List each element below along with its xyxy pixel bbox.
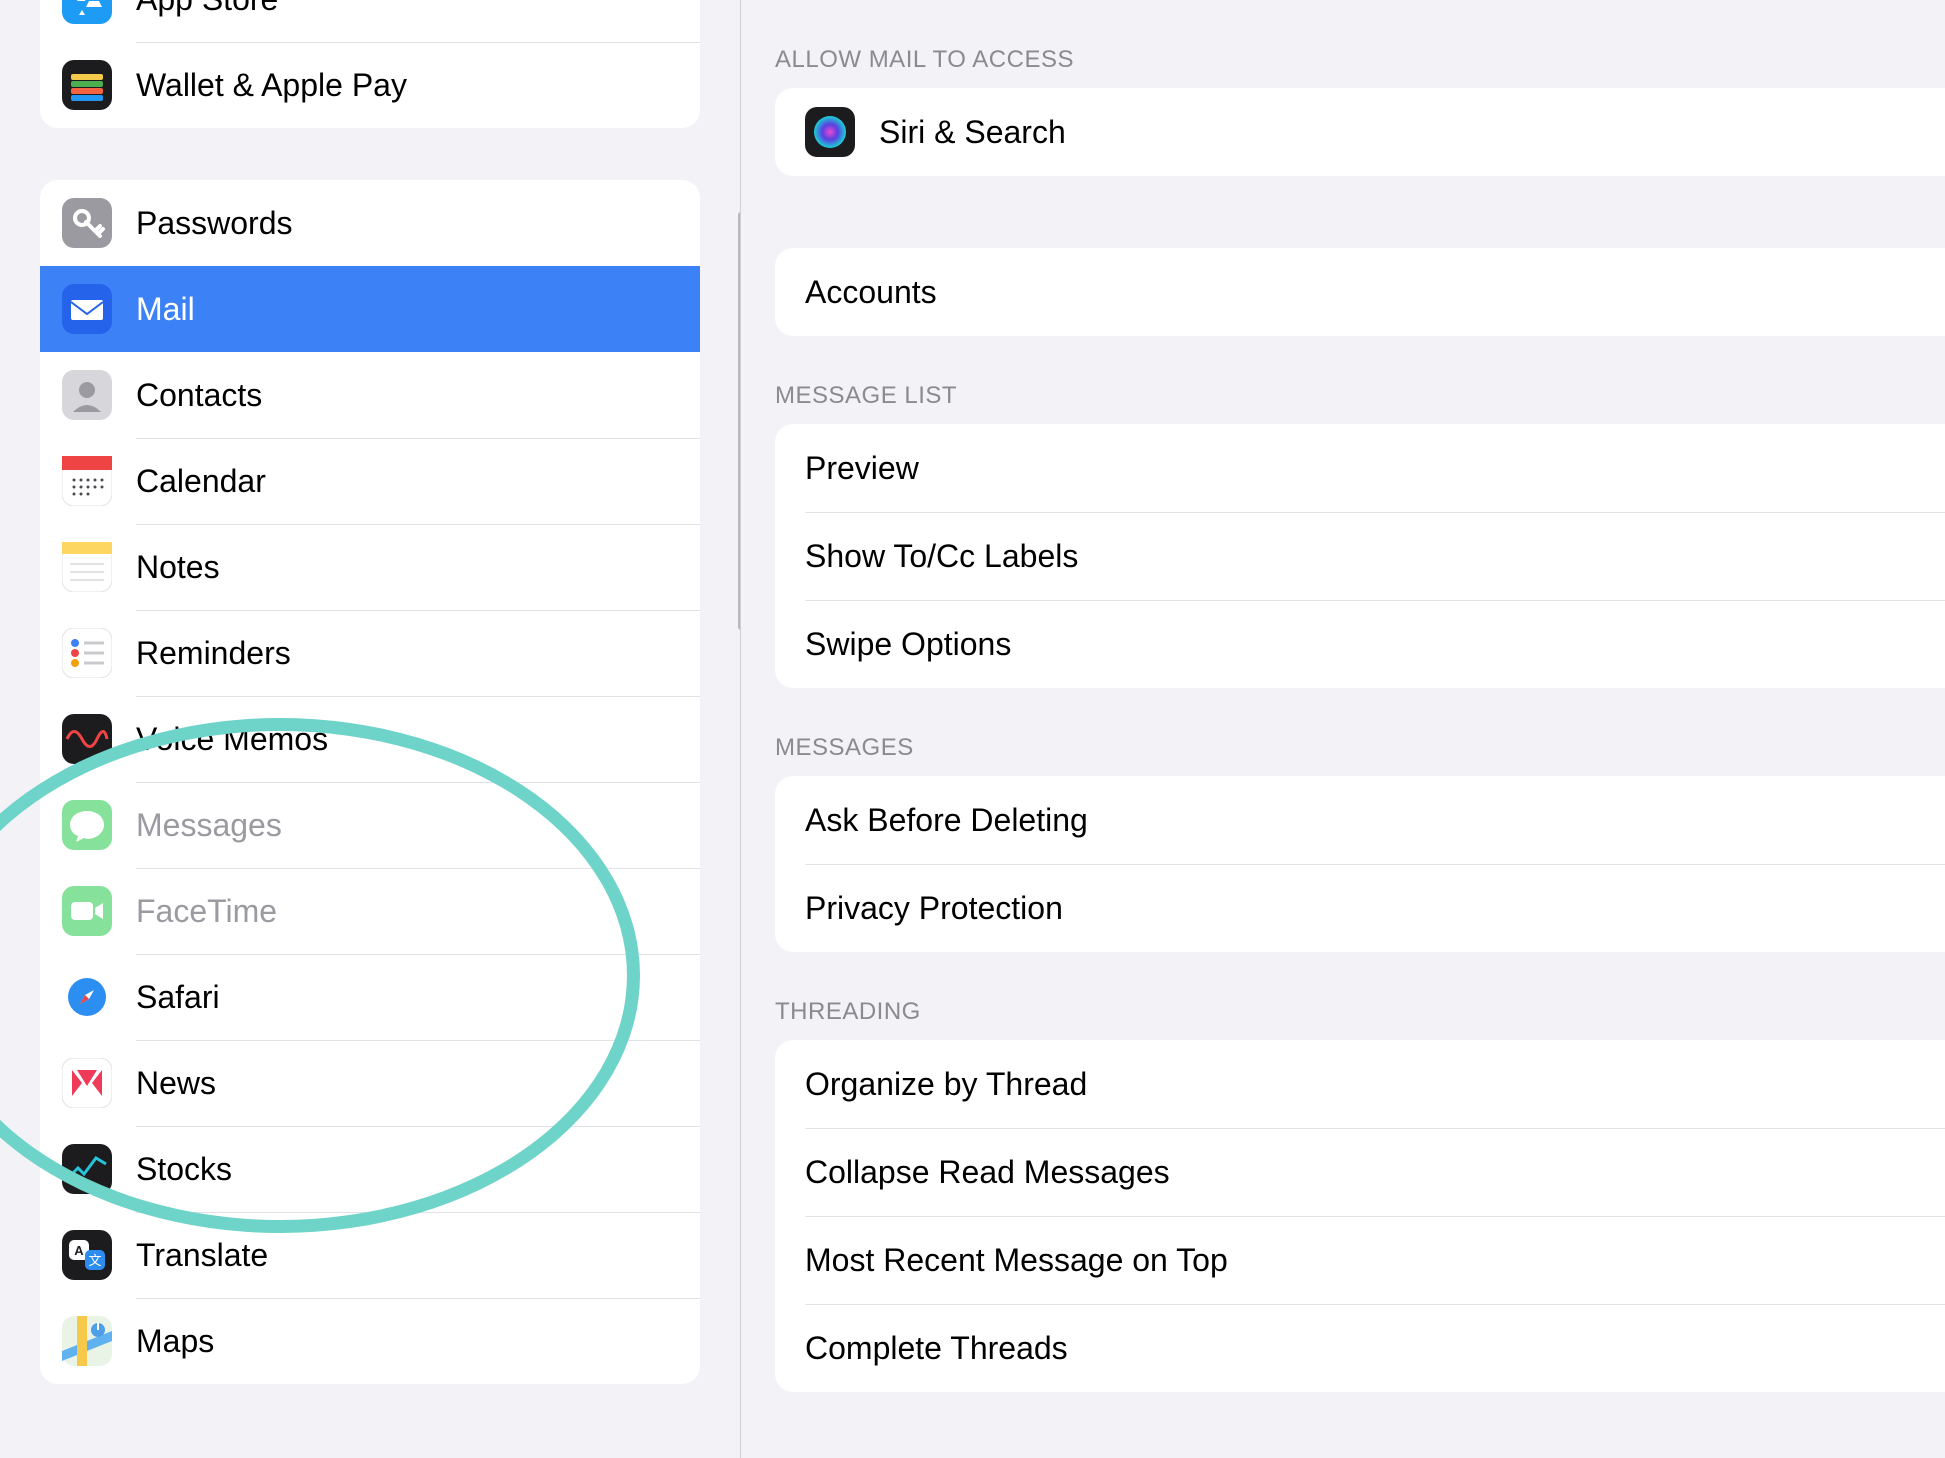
voice-memos-icon bbox=[62, 714, 112, 764]
sidebar-item-label: News bbox=[136, 1065, 216, 1102]
detail-group-threading: Organize by Thread Collapse Read Message… bbox=[775, 1040, 1945, 1392]
sidebar-item-news[interactable]: News bbox=[40, 1040, 700, 1126]
sidebar-item-label: Reminders bbox=[136, 635, 291, 672]
sidebar-item-label: Calendar bbox=[136, 463, 266, 500]
detail-row-label: Accounts bbox=[805, 274, 937, 311]
sidebar-item-label: Wallet & Apple Pay bbox=[136, 67, 407, 104]
sidebar-item-mail[interactable]: Mail bbox=[40, 266, 700, 352]
svg-text:A: A bbox=[74, 1243, 84, 1258]
detail-row-privacy-protection[interactable]: Privacy Protection bbox=[775, 864, 1945, 952]
settings-sidebar: App Store Wallet & Apple Pay Passwords bbox=[0, 0, 740, 1458]
detail-row-label: Most Recent Message on Top bbox=[805, 1242, 1228, 1279]
sidebar-item-label: Voice Memos bbox=[136, 721, 328, 758]
translate-icon: A文 bbox=[62, 1230, 112, 1280]
contacts-icon bbox=[62, 370, 112, 420]
detail-row-preview[interactable]: Preview bbox=[775, 424, 1945, 512]
siri-icon bbox=[805, 107, 855, 157]
detail-group-access: Siri & Search bbox=[775, 88, 1945, 176]
detail-row-ask-before-deleting[interactable]: Ask Before Deleting bbox=[775, 776, 1945, 864]
section-header-threading: THREADING bbox=[741, 986, 1945, 1040]
sidebar-item-reminders[interactable]: Reminders bbox=[40, 610, 700, 696]
facetime-icon bbox=[62, 886, 112, 936]
mail-icon bbox=[62, 284, 112, 334]
key-icon bbox=[62, 198, 112, 248]
sidebar-item-messages[interactable]: Messages bbox=[40, 782, 700, 868]
svg-text:文: 文 bbox=[88, 1253, 101, 1268]
section-header-messages: MESSAGES bbox=[741, 722, 1945, 776]
section-header-allow-access: ALLOW MAIL TO ACCESS bbox=[741, 34, 1945, 88]
sidebar-item-maps[interactable]: Maps bbox=[40, 1298, 700, 1384]
sidebar-scroll-indicator[interactable] bbox=[738, 212, 740, 630]
sidebar-item-label: Translate bbox=[136, 1237, 268, 1274]
sidebar-item-contacts[interactable]: Contacts bbox=[40, 352, 700, 438]
detail-row-swipe-options[interactable]: Swipe Options bbox=[775, 600, 1945, 688]
sidebar-item-voice-memos[interactable]: Voice Memos bbox=[40, 696, 700, 782]
sidebar-item-translate[interactable]: A文 Translate bbox=[40, 1212, 700, 1298]
sidebar-item-wallet[interactable]: Wallet & Apple Pay bbox=[40, 42, 700, 128]
detail-row-siri-search[interactable]: Siri & Search bbox=[775, 88, 1945, 176]
sidebar-item-label: Maps bbox=[136, 1323, 214, 1360]
sidebar-item-label: Notes bbox=[136, 549, 220, 586]
app-store-icon bbox=[62, 0, 112, 24]
detail-row-label: Siri & Search bbox=[879, 114, 1066, 151]
section-header-message-list: MESSAGE LIST bbox=[741, 370, 1945, 424]
sidebar-item-app-store[interactable]: App Store bbox=[40, 0, 700, 42]
sidebar-item-facetime[interactable]: FaceTime bbox=[40, 868, 700, 954]
sidebar-item-label: FaceTime bbox=[136, 893, 277, 930]
detail-row-label: Ask Before Deleting bbox=[805, 802, 1088, 839]
calendar-icon bbox=[62, 456, 112, 506]
sidebar-item-label: Safari bbox=[136, 979, 220, 1016]
sidebar-group-top: App Store Wallet & Apple Pay bbox=[40, 0, 700, 128]
detail-row-label: Collapse Read Messages bbox=[805, 1154, 1170, 1191]
stocks-icon bbox=[62, 1144, 112, 1194]
sidebar-item-calendar[interactable]: Calendar bbox=[40, 438, 700, 524]
detail-row-label: Swipe Options bbox=[805, 626, 1011, 663]
detail-row-most-recent-top[interactable]: Most Recent Message on Top bbox=[775, 1216, 1945, 1304]
sidebar-item-safari[interactable]: Safari bbox=[40, 954, 700, 1040]
notes-icon bbox=[62, 542, 112, 592]
sidebar-item-label: Mail bbox=[136, 291, 195, 328]
maps-icon bbox=[62, 1316, 112, 1366]
sidebar-group-apps: Passwords Mail Contacts Calendar bbox=[40, 180, 700, 1384]
sidebar-item-label: Contacts bbox=[136, 377, 262, 414]
sidebar-item-label: Messages bbox=[136, 807, 282, 844]
detail-group-accounts: Accounts bbox=[775, 248, 1945, 336]
detail-group-messages: Ask Before Deleting Privacy Protection bbox=[775, 776, 1945, 952]
detail-row-organize-thread[interactable]: Organize by Thread bbox=[775, 1040, 1945, 1128]
detail-row-show-tocc[interactable]: Show To/Cc Labels bbox=[775, 512, 1945, 600]
sidebar-item-label: App Store bbox=[136, 0, 278, 18]
detail-row-complete-threads[interactable]: Complete Threads bbox=[775, 1304, 1945, 1392]
detail-row-label: Show To/Cc Labels bbox=[805, 538, 1078, 575]
sidebar-item-label: Stocks bbox=[136, 1151, 232, 1188]
detail-row-label: Privacy Protection bbox=[805, 890, 1063, 927]
messages-icon bbox=[62, 800, 112, 850]
news-icon bbox=[62, 1058, 112, 1108]
reminders-icon bbox=[62, 628, 112, 678]
detail-row-label: Preview bbox=[805, 450, 919, 487]
sidebar-item-label: Passwords bbox=[136, 205, 293, 242]
safari-icon bbox=[62, 972, 112, 1022]
detail-row-label: Complete Threads bbox=[805, 1330, 1068, 1367]
sidebar-item-passwords[interactable]: Passwords bbox=[40, 180, 700, 266]
sidebar-item-notes[interactable]: Notes bbox=[40, 524, 700, 610]
sidebar-item-stocks[interactable]: Stocks bbox=[40, 1126, 700, 1212]
detail-row-collapse-read[interactable]: Collapse Read Messages bbox=[775, 1128, 1945, 1216]
detail-row-accounts[interactable]: Accounts bbox=[775, 248, 1945, 336]
mail-settings-detail: ALLOW MAIL TO ACCESS Siri & Search Accou… bbox=[741, 0, 1945, 1458]
detail-row-label: Organize by Thread bbox=[805, 1066, 1087, 1103]
wallet-icon bbox=[62, 60, 112, 110]
detail-group-message-list: Preview Show To/Cc Labels Swipe Options bbox=[775, 424, 1945, 688]
